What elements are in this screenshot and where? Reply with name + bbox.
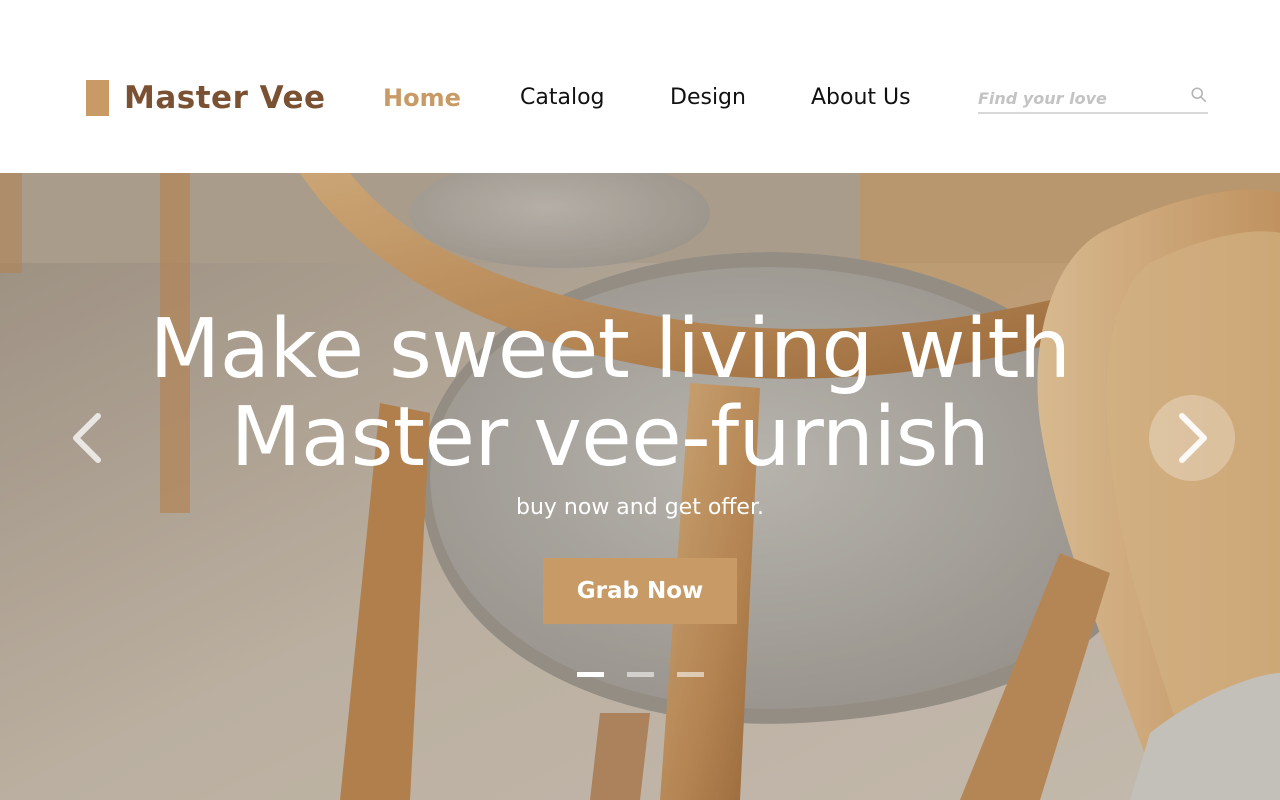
nav-item-design[interactable]: Design bbox=[670, 85, 746, 110]
slider-dot-3[interactable] bbox=[677, 672, 704, 677]
slider-dot-2[interactable] bbox=[627, 672, 654, 677]
logo-mark bbox=[86, 80, 109, 116]
search-icon[interactable] bbox=[1190, 86, 1208, 104]
search-box bbox=[978, 84, 1208, 114]
brand-logo[interactable]: Master Vee bbox=[86, 80, 326, 116]
brand-name: Master Vee bbox=[124, 80, 326, 116]
grab-now-button[interactable]: Grab Now bbox=[543, 558, 737, 624]
slider-pagination bbox=[577, 672, 704, 677]
chevron-left-icon bbox=[73, 413, 101, 463]
hero-subtitle: buy now and get offer. bbox=[516, 495, 764, 520]
chevron-right-icon bbox=[1179, 413, 1207, 463]
nav-item-catalog[interactable]: Catalog bbox=[520, 85, 605, 110]
hero-title-line-1: Make sweet living with bbox=[149, 302, 1071, 397]
hero-banner: Make sweet living with Master vee-furnis… bbox=[0, 173, 1280, 800]
hero-overlay bbox=[0, 173, 1280, 800]
slider-next-button[interactable] bbox=[1149, 395, 1235, 481]
hero-title-line-2: Master vee-furnish bbox=[230, 390, 990, 485]
nav-item-home[interactable]: Home bbox=[383, 84, 461, 112]
search-input[interactable] bbox=[978, 88, 1178, 108]
slider-dot-1[interactable] bbox=[577, 672, 604, 677]
slider-prev-button[interactable] bbox=[64, 408, 112, 468]
nav-item-about-us[interactable]: About Us bbox=[811, 85, 911, 110]
site-header: Master Vee Home Catalog Design About Us bbox=[0, 0, 1280, 173]
hero-title: Make sweet living with Master vee-furnis… bbox=[0, 306, 1220, 482]
